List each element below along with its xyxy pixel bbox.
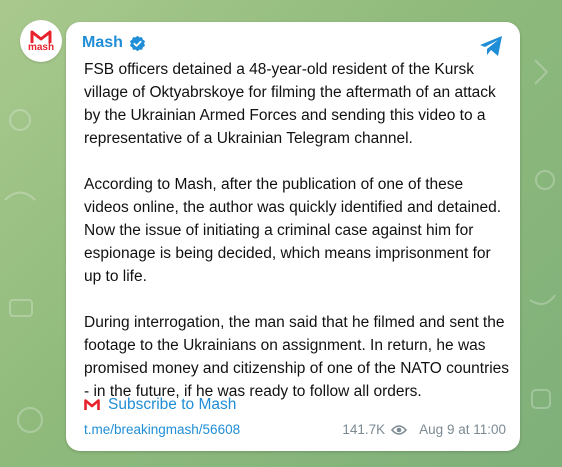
message-card: Mash FSB officers detained a 48-year-old… bbox=[66, 22, 520, 451]
channel-name[interactable]: Mash bbox=[82, 34, 123, 52]
subscribe-label: Subscribe to Mash bbox=[108, 396, 237, 413]
message-paragraph: During interrogation, the man said that … bbox=[84, 314, 510, 400]
eye-icon bbox=[391, 424, 408, 435]
message-paragraph: FSB officers detained a 48-year-old resi… bbox=[84, 61, 496, 147]
channel-avatar[interactable]: mash bbox=[20, 20, 62, 62]
post-link[interactable]: t.me/breakingmash/56608 bbox=[84, 422, 240, 437]
post-date: Aug 9 at 11:00 bbox=[419, 422, 506, 437]
telegram-share-icon[interactable] bbox=[478, 34, 504, 58]
message-text: FSB officers detained a 48-year-old resi… bbox=[84, 58, 510, 426]
message-paragraph: According to Mash, after the publication… bbox=[84, 176, 502, 285]
verified-badge-icon bbox=[129, 35, 145, 51]
message-footer: t.me/breakingmash/56608 141.7K Aug 9 at … bbox=[84, 422, 506, 437]
view-count: 141.7K bbox=[342, 422, 386, 437]
mash-logo-icon bbox=[84, 399, 100, 410]
avatar-text: mash bbox=[27, 41, 55, 53]
message-header: Mash bbox=[82, 34, 146, 52]
post-meta: 141.7K Aug 9 at 11:00 bbox=[342, 422, 506, 437]
subscribe-link[interactable]: Subscribe to Mash bbox=[84, 396, 236, 414]
